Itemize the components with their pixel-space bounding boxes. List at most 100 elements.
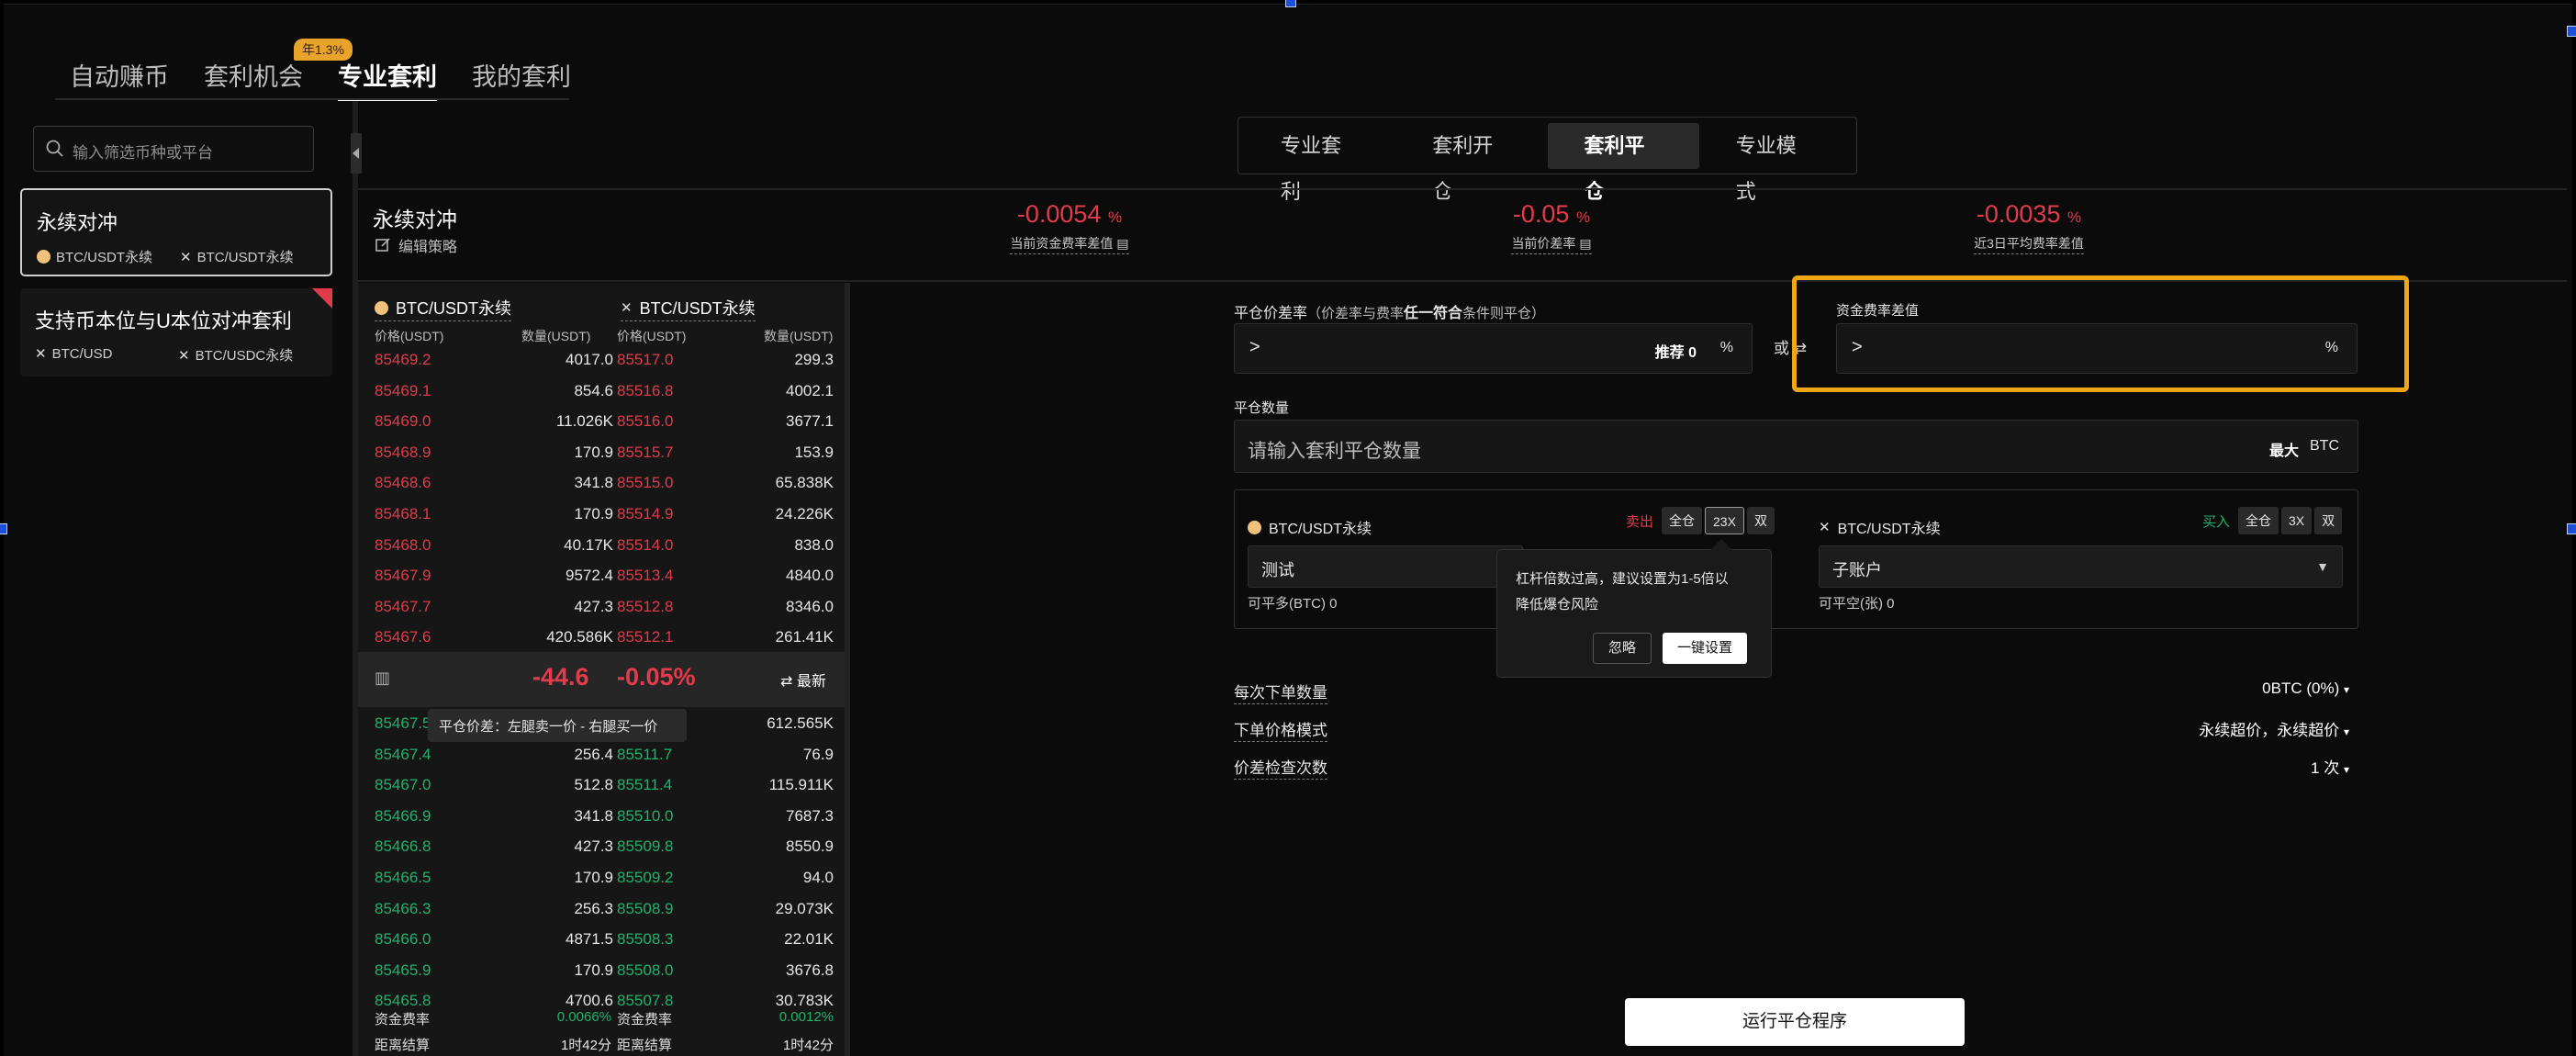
price-cell: 85467.7: [375, 597, 431, 615]
right-leg-account-select[interactable]: 子账户 ▼: [1819, 545, 2343, 588]
unit-btc: BTC: [2310, 438, 2339, 454]
qty-cell: 256.3: [574, 899, 613, 917]
selection-handle[interactable]: [0, 523, 7, 534]
setting-spread-check-count[interactable]: 价差检查次数 1 次 ▾: [1234, 747, 2349, 784]
footer-label: 距离结算: [375, 1038, 431, 1053]
swap-icon: ⇄: [780, 674, 793, 690]
tab-pro-arbitrage-mode[interactable]: 专业套利: [1244, 123, 1395, 203]
price-cell: 85468.9: [375, 443, 431, 461]
apy-badge: 年1.3%: [294, 39, 353, 61]
order-book-row[interactable]: 85465.9 170.9 85508.0 3676.8: [375, 956, 834, 986]
position-mode-button[interactable]: 双: [2314, 507, 2343, 534]
pair-label: BTC/USDT永续: [196, 250, 294, 265]
leverage-button[interactable]: 3X: [2281, 507, 2313, 534]
order-book-row[interactable]: 85466.3 256.3 85508.9 29.073K: [375, 894, 834, 925]
latest-toggle[interactable]: ⇄ 最新: [780, 668, 826, 691]
card-pair-right: ✕ BTC/USDC永续: [178, 345, 293, 365]
order-book-row[interactable]: 85469.0 11.026K 85516.0 3677.1: [375, 407, 834, 437]
funding-diff-input[interactable]: > %: [1836, 323, 2358, 374]
setting-value-wrap: 永续超价，永续超价 ▾: [2199, 717, 2349, 740]
qty-cell: 170.9: [574, 961, 613, 979]
selection-handle[interactable]: [2567, 523, 2576, 534]
collapse-sidebar-button[interactable]: [351, 133, 362, 174]
qty-cell: 512.8: [574, 776, 613, 794]
order-book-right-pair[interactable]: ✕ BTC/USDT永续: [621, 296, 756, 321]
tab-arbitrage-opportunity[interactable]: 套利机会: [204, 53, 303, 97]
setting-price-mode[interactable]: 下单价格模式 永续超价，永续超价 ▾: [1234, 710, 2349, 747]
strategy-card-perpetual-hedge[interactable]: 永续对冲 BTC/USDT永续 ✕ BTC/USDT永续: [20, 188, 332, 276]
chart-icon[interactable]: ▤: [1579, 236, 1591, 251]
order-book-row[interactable]: 85466.0 4871.5 85508.3 22.01K: [375, 925, 834, 955]
edit-strategy-link[interactable]: 编辑策略: [375, 234, 457, 256]
strategy-card-coin-margin-hedge[interactable]: 支持币本位与U本位对冲套利 ✕ BTC/USD ✕ BTC/USDC永续: [20, 288, 332, 376]
tab-pro-arbitrage[interactable]: 专业套利: [338, 53, 437, 101]
leverage-button[interactable]: 23X: [1705, 507, 1744, 534]
unit-percent: %: [2324, 340, 2338, 355]
tab-pro-mode[interactable]: 专业模式: [1699, 123, 1851, 203]
ignore-button[interactable]: 忽略: [1593, 633, 1652, 664]
popover-arrow: [1710, 539, 1732, 550]
left-leg-account-select[interactable]: 测试: [1248, 545, 1523, 588]
qty-cell: 4840.0: [786, 567, 834, 585]
price-cell: 85468.6: [375, 474, 431, 492]
order-book-row[interactable]: 85466.5 170.9 85509.2 94.0: [375, 863, 834, 893]
order-book-row[interactable]: 85467.4 256.4 85511.7 76.9: [375, 740, 834, 770]
spread-value: -44.6: [532, 663, 589, 691]
recommend-hint: 推荐 0: [1655, 340, 1697, 362]
qty-cell: 420.586K: [546, 628, 613, 646]
hint-bold: 任一符合: [1404, 306, 1463, 321]
one-click-setup-button[interactable]: 一键设置: [1663, 633, 1747, 664]
order-book-row[interactable]: 85469.1 854.6 85516.8 4002.1: [375, 376, 834, 407]
close-spread-input[interactable]: > 推荐 0 %: [1234, 323, 1753, 374]
qty-cell: 170.9: [574, 869, 613, 886]
hint-text: （价差率与费率: [1307, 306, 1405, 321]
margin-mode-button[interactable]: 全仓: [2238, 507, 2279, 534]
price-cell: 85469.0: [375, 412, 431, 431]
position-mode-button[interactable]: 双: [1746, 507, 1775, 534]
depth-chart-icon[interactable]: ▥: [375, 668, 390, 688]
footer-value: 0.0012%: [778, 1009, 834, 1025]
order-book-left-pair[interactable]: BTC/USDT永续: [375, 296, 511, 321]
legs-panel: BTC/USDT永续 卖出 全仓 23X 双 测试 可平多(BTC) 0 ✕ BT…: [1234, 489, 2358, 629]
order-book-row[interactable]: 85468.9 170.9 85515.7 153.9: [375, 438, 834, 468]
price-cell: 85508.9: [617, 899, 674, 917]
selection-handle[interactable]: [1285, 0, 1296, 7]
order-book-row[interactable]: 85467.7 427.3 85512.8 8346.0: [375, 592, 834, 623]
price-cell: 85469.1: [375, 381, 431, 399]
tab-close-position[interactable]: 套利平仓: [1547, 122, 1699, 203]
x-exchange-icon: ✕: [178, 347, 190, 364]
footer-label: 资金费率: [375, 1012, 431, 1028]
metric-3d-avg-funding-diff: -0.0035 % 近3日平均费率差值: [1937, 200, 2121, 254]
close-qty-input[interactable]: 请输入套利平仓数量 最大 BTC: [1234, 420, 2358, 473]
order-book-row[interactable]: 85468.6 341.8 85515.0 65.838K: [375, 468, 834, 499]
selection-handle[interactable]: [2567, 26, 2576, 37]
order-book-row[interactable]: 85469.2 4017.0 85517.0 299.3: [375, 345, 834, 376]
order-book-row[interactable]: 85468.1 170.9 85514.9 24.226K: [375, 500, 834, 530]
max-button[interactable]: 最大: [2269, 438, 2299, 460]
card-pair-right: ✕ BTC/USDT永续: [180, 247, 294, 266]
tab-auto-earn[interactable]: 自动赚币: [70, 53, 169, 97]
order-book-row[interactable]: 85466.8 427.3 85509.8 8550.9: [375, 832, 834, 862]
tab-open-position[interactable]: 套利开仓: [1395, 123, 1547, 203]
margin-mode-button[interactable]: 全仓: [1662, 507, 1703, 534]
chart-icon[interactable]: ▤: [1116, 236, 1128, 251]
qty-cell: 427.3: [574, 597, 613, 615]
order-book-row[interactable]: 85466.9 341.8 85510.0 7687.3: [375, 802, 834, 832]
setting-label: 每次下单数量: [1234, 680, 1327, 704]
price-cell: 85509.2: [617, 869, 674, 886]
order-book-row[interactable]: 85467.9 9572.4 85513.4 4840.0: [375, 561, 834, 591]
latest-label: 最新: [796, 674, 826, 690]
setting-order-qty[interactable]: 每次下单数量 0BTC (0%) ▾: [1234, 672, 2349, 709]
qty-cell: 29.073K: [775, 899, 834, 917]
price-cell: 85516.8: [617, 381, 674, 399]
order-book-row[interactable]: 85467.6 420.586K 85512.1 261.41K: [375, 623, 834, 653]
setting-value: 1 次: [2311, 759, 2340, 777]
order-book-row[interactable]: 85467.0 512.8 85511.4 115.911K: [375, 770, 834, 801]
run-close-program-button[interactable]: 运行平仓程序: [1625, 998, 1965, 1046]
search-input[interactable]: 输入筛选币种或平台: [33, 126, 314, 172]
order-book-row[interactable]: 85468.0 40.17K 85514.0 838.0: [375, 531, 834, 561]
price-cell: 85515.7: [617, 443, 674, 461]
price-cell: 85515.0: [617, 474, 674, 492]
pair-label: BTC/USD: [51, 345, 113, 362]
tab-my-arbitrage[interactable]: 我的套利: [472, 53, 571, 97]
